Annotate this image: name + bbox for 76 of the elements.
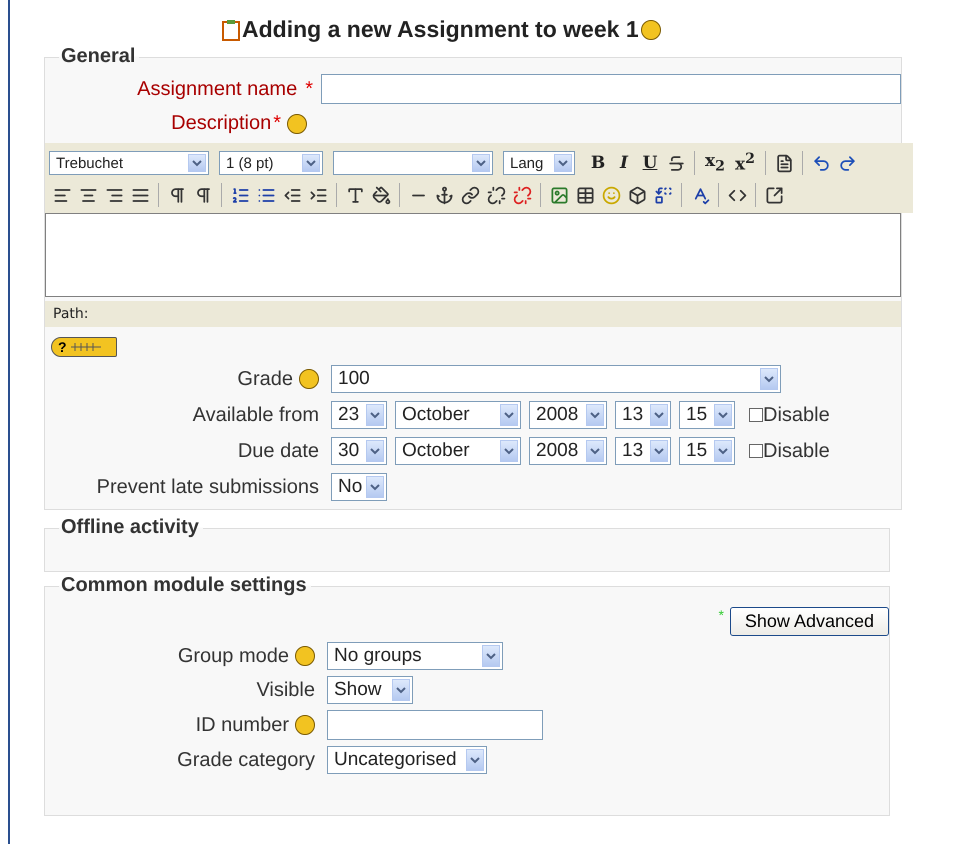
checkbox[interactable] [749,408,763,422]
chevron-down-icon [764,375,774,383]
clipboard-icon [222,18,240,40]
chevron-down-icon [654,447,664,455]
input-field[interactable] [321,74,901,104]
editor-area[interactable] [45,213,901,297]
field-label: Assignment name [137,78,298,100]
chevron-down-icon [370,447,380,455]
help-icon[interactable] [640,20,661,40]
dropdown[interactable]: October [395,401,521,429]
chevron-down-icon [192,159,202,167]
dropdown[interactable]: 100 [331,365,781,393]
chevron-down-icon [396,686,406,694]
chevron-down-icon [718,411,728,419]
dropdown[interactable]: Uncategorised [327,746,487,774]
chevron-down-icon [590,411,600,419]
show-advanced-button[interactable]: Show Advanced [730,607,889,636]
dropdown[interactable]: 15 [679,401,735,429]
dropdown[interactable]: 13 [615,401,671,429]
underline-button[interactable]: U [637,150,663,176]
bold-button[interactable]: B [585,150,611,176]
chevron-down-icon [476,159,486,167]
help-icon[interactable] [299,369,319,389]
dropdown[interactable]: Trebuchet [49,151,209,175]
chevron-down-icon [370,483,380,491]
help-keyboard-button[interactable]: ? [51,337,117,357]
dropdown[interactable]: 23 [331,401,387,429]
section-legend: Offline activity [59,516,203,539]
checkbox-label: Disable [763,404,830,426]
field-label: Visible [256,678,315,702]
dropdown[interactable]: No groups [327,642,503,670]
keyboard-icon [70,342,101,352]
path-label: Path: [53,306,88,322]
required-mark: * [273,112,281,134]
italic-button[interactable]: I [611,150,637,176]
help-icon[interactable] [295,646,315,666]
chevron-down-icon [654,411,664,419]
chevron-down-icon [504,411,514,419]
field-label: Grade category [177,748,315,772]
dropdown[interactable]: 1 (8 pt) [219,151,323,175]
field-label: Due date [238,440,319,462]
dropdown[interactable]: 2008 [529,437,607,465]
chevron-down-icon [558,159,568,167]
chevron-down-icon [718,447,728,455]
chevron-down-icon [306,159,316,167]
chevron-down-icon [590,447,600,455]
dropdown[interactable]: October [395,437,521,465]
dropdown[interactable]: 2008 [529,401,607,429]
field-label: Description* [171,112,281,135]
required-mark: * [305,78,313,100]
dropdown[interactable]: 15 [679,437,735,465]
dropdown[interactable]: 30 [331,437,387,465]
help-icon[interactable] [287,114,307,134]
chevron-down-icon [370,411,380,419]
input-field[interactable] [327,710,543,740]
section-legend: Common module settings [59,574,311,597]
dropdown[interactable]: Lang [503,151,575,175]
sup-button[interactable]: x$^{2}$ [730,150,760,176]
chevron-down-icon [504,447,514,455]
chevron-down-icon [470,756,480,764]
help-icon[interactable] [295,715,315,735]
field-label: Group mode [178,644,289,668]
sub-button[interactable]: x$_{2}$ [700,150,730,176]
dropdown[interactable]: 13 [615,437,671,465]
dropdown[interactable]: No [331,473,387,501]
dropdown[interactable] [333,151,493,175]
field-label: Grade [237,368,293,390]
field-label: Prevent late submissions [96,476,319,498]
checkbox-label: Disable [763,440,830,462]
checkbox[interactable] [749,444,763,458]
field-label: ID number [196,714,289,736]
chevron-down-icon [486,652,496,660]
page-title: Adding a new Assignment to week 1 [242,16,639,43]
field-label: Available from [192,404,319,426]
advanced-mark: * [718,607,724,623]
dropdown[interactable]: Show [327,676,413,704]
